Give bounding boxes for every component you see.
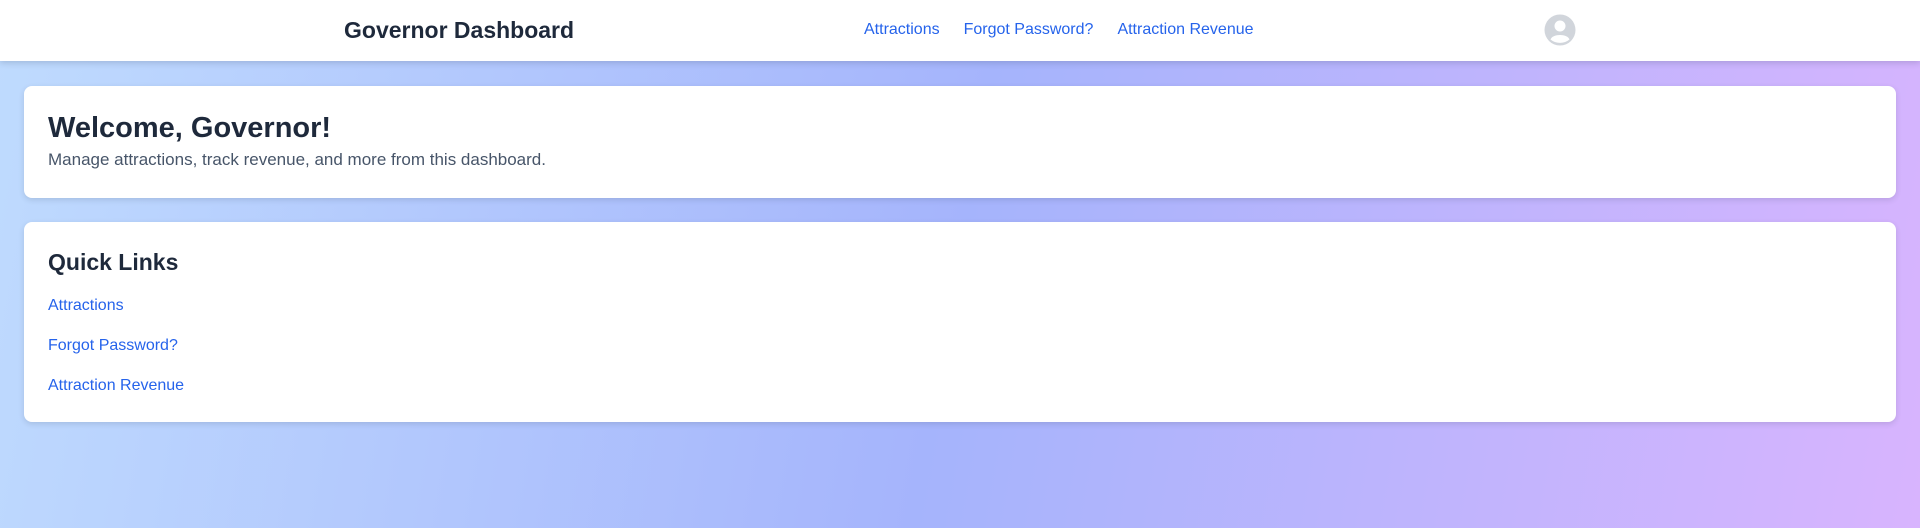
- welcome-card: Welcome, Governor! Manage attractions, t…: [24, 86, 1896, 198]
- quick-links-card: Quick Links Attractions Forgot Password?…: [24, 222, 1896, 422]
- nav-link-forgot-password[interactable]: Forgot Password?: [964, 21, 1094, 39]
- user-avatar-icon[interactable]: [1544, 14, 1576, 46]
- nav-link-attraction-revenue[interactable]: Attraction Revenue: [1117, 21, 1253, 39]
- quick-link-attractions[interactable]: Attractions: [48, 297, 184, 315]
- quick-links-list: Attractions Forgot Password? Attraction …: [48, 297, 184, 395]
- nav-link-attractions[interactable]: Attractions: [864, 21, 940, 39]
- quick-link-forgot-password[interactable]: Forgot Password?: [48, 337, 184, 355]
- welcome-subtitle: Manage attractions, track revenue, and m…: [48, 150, 546, 169]
- quick-links-heading: Quick Links: [48, 249, 179, 275]
- app-title: Governor Dashboard: [344, 17, 575, 43]
- top-navbar: Governor Dashboard Attractions Forgot Pa…: [0, 0, 1920, 61]
- main-nav: Attractions Forgot Password? Attraction …: [864, 21, 1254, 39]
- quick-link-attraction-revenue[interactable]: Attraction Revenue: [48, 377, 184, 395]
- welcome-heading: Welcome, Governor!: [48, 112, 332, 144]
